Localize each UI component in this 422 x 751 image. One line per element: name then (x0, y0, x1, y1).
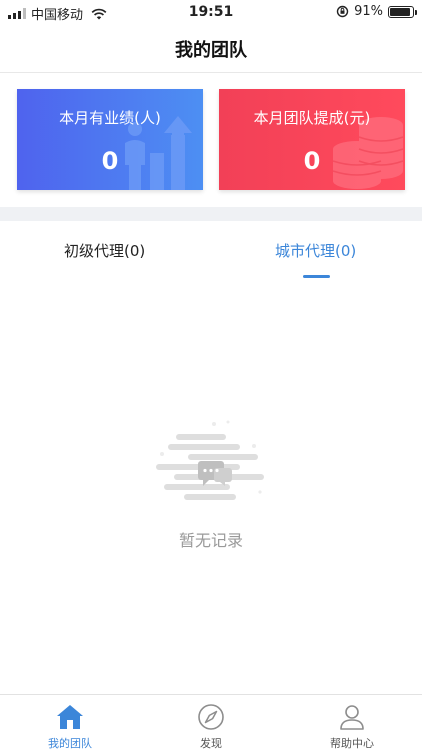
rotation-lock-icon (336, 5, 349, 18)
performance-card[interactable]: 本月有业绩(人) 0 (17, 89, 203, 190)
tabbar-label-discover: 发现 (200, 737, 222, 750)
navigation-bar: 我的团队 (0, 24, 422, 73)
section-divider (0, 207, 422, 221)
user-icon (340, 705, 364, 730)
battery-icon (388, 5, 417, 18)
tabbar-item-help-center[interactable]: 帮助中心 (282, 695, 422, 751)
active-tab-indicator (303, 275, 330, 278)
battery-percent: 91% (354, 4, 383, 19)
tabbar-item-my-team[interactable]: 我的团队 (0, 695, 140, 751)
tabbar-label-my-team: 我的团队 (48, 737, 92, 750)
commission-card[interactable]: 本月团队提成(元) 0 (219, 89, 405, 190)
empty-state-text: 暂无记录 (178, 531, 243, 550)
bottom-tab-bar: 我的团队 发现 帮助中心 (0, 694, 422, 751)
tabbar-item-discover[interactable]: 发现 (141, 695, 281, 751)
performance-label: 本月有业绩(人) (59, 109, 161, 127)
tabbar-label-help-center: 帮助中心 (330, 737, 374, 750)
compass-icon (198, 704, 224, 730)
tab-city-agent[interactable]: 城市代理(0) (275, 240, 356, 261)
status-right: 91% (336, 4, 417, 19)
commission-value: 0 (303, 147, 321, 175)
commission-label: 本月团队提成(元) (253, 109, 371, 127)
page-title: 我的团队 (175, 40, 247, 61)
tab-junior-agent[interactable]: 初级代理(0) (64, 240, 145, 261)
home-icon (57, 705, 83, 729)
status-bar: 中国移动 19:51 91% (0, 0, 422, 24)
empty-records-icon (156, 420, 264, 500)
performance-value: 0 (101, 147, 119, 175)
